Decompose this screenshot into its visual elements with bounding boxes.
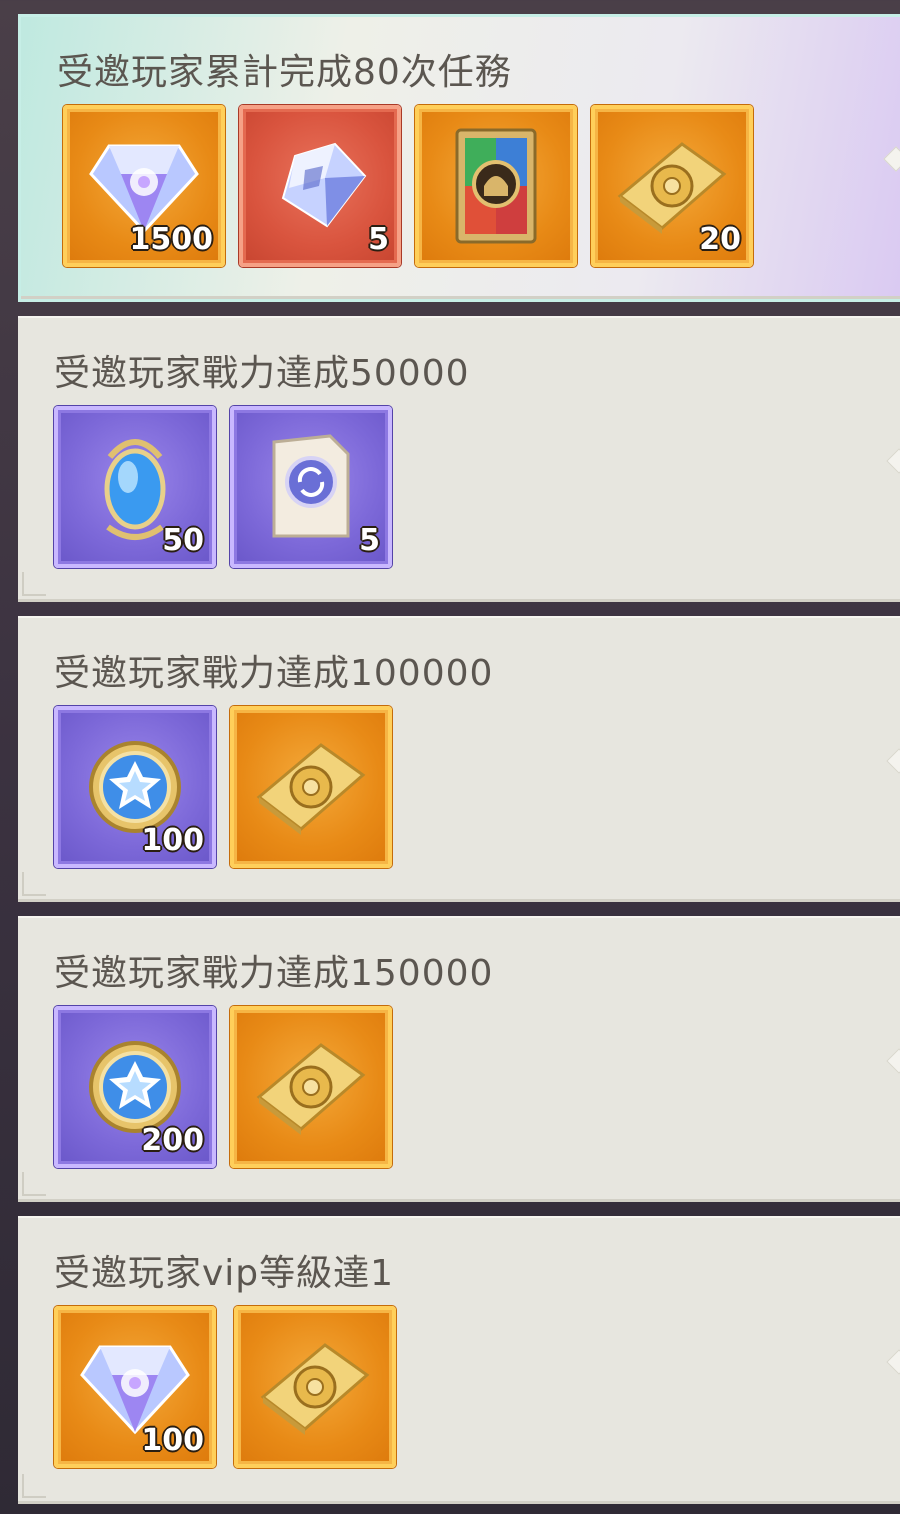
crystal-cube-icon (281, 142, 367, 228)
corner-ornament (22, 1474, 46, 1498)
task-title: 受邀玩家戰力達成150000 (54, 953, 494, 994)
decorative-diamond (886, 1349, 900, 1375)
helmet-card-icon (455, 128, 537, 244)
corner-ornament (22, 572, 46, 596)
reward-slot[interactable] (415, 105, 577, 267)
reward-slot[interactable]: 200 (54, 1006, 216, 1168)
diamond-gem-icon (80, 1345, 190, 1435)
reward-quantity: 200 (141, 1123, 204, 1158)
reward-slot[interactable] (230, 706, 392, 868)
decorative-diamond (886, 1048, 900, 1074)
task-title: 受邀玩家累計完成80次任務 (57, 52, 512, 93)
reward-slot[interactable]: 5 (230, 406, 392, 568)
task-card-5: 受邀玩家vip等級達1 100 (18, 1216, 900, 1504)
task-title: 受邀玩家vip等級達1 (54, 1253, 395, 1294)
reward-quantity: 5 (359, 523, 380, 558)
gold-book-icon (256, 743, 366, 835)
corner-ornament (22, 1172, 46, 1196)
reward-quantity: 5 (368, 222, 389, 257)
task-title: 受邀玩家戰力達成50000 (54, 353, 470, 394)
reward-slot[interactable]: 5 (239, 105, 401, 267)
decorative-diamond (883, 146, 900, 172)
reward-quantity: 20 (699, 222, 741, 257)
decorative-diamond (886, 448, 900, 474)
reward-quantity: 1500 (129, 222, 214, 257)
reward-slot[interactable]: 20 (591, 105, 753, 267)
task-card-3: 受邀玩家戰力達成100000 100 (18, 616, 900, 902)
corner-ornament (22, 872, 46, 896)
reward-slot[interactable] (234, 1306, 396, 1468)
diamond-gem-icon (89, 144, 199, 234)
reward-slot[interactable]: 50 (54, 406, 216, 568)
reward-quantity: 100 (141, 823, 204, 858)
task-card-2: 受邀玩家戰力達成50000 50 5 (18, 316, 900, 602)
task-card-1: 受邀玩家累計完成80次任務 1500 5 20 (18, 14, 900, 302)
reward-quantity: 50 (162, 523, 204, 558)
reward-slot[interactable]: 100 (54, 1306, 216, 1468)
task-title: 受邀玩家戰力達成100000 (54, 653, 494, 694)
reward-slot[interactable]: 100 (54, 706, 216, 868)
reward-slot[interactable]: 1500 (63, 105, 225, 267)
gold-book-icon (617, 142, 727, 234)
task-card-4: 受邀玩家戰力達成150000 200 (18, 916, 900, 1202)
exchange-scroll-icon (272, 434, 350, 538)
gold-book-icon (260, 1343, 370, 1435)
gold-book-icon (256, 1043, 366, 1135)
decorative-diamond (886, 748, 900, 774)
reward-slot[interactable] (230, 1006, 392, 1168)
reward-quantity: 100 (141, 1423, 204, 1458)
